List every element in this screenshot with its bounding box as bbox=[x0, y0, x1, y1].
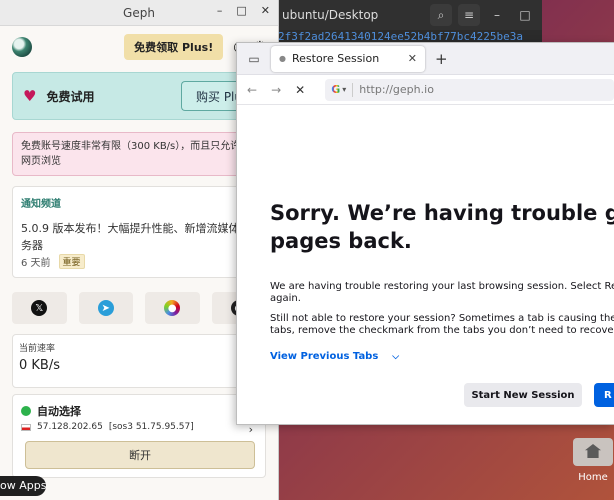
new-tab-icon[interactable]: + bbox=[435, 50, 448, 68]
para2-line-2: tabs, remove the checkmark from the tabs… bbox=[270, 325, 614, 336]
important-badge: 重要 bbox=[58, 254, 85, 269]
url-text[interactable]: http://geph.io bbox=[359, 83, 434, 96]
session-buttons: Start New Session R bbox=[464, 383, 614, 407]
terminal-window: ubuntu/Desktop ⌕ ≡ – □ 2f3f2ad2641340124… bbox=[268, 0, 542, 46]
notice-line-2: 务器 bbox=[21, 239, 43, 252]
notice-line-1: 5.0.9 版本发布！大幅提升性能、新增流媒体 bbox=[21, 222, 240, 235]
warning-line-2: 网页浏览 bbox=[21, 156, 61, 167]
free-trial-title: 免费试用 bbox=[46, 89, 95, 104]
restore-help: Still not able to restore your session? … bbox=[270, 313, 614, 337]
navigation-bar: ← → ✕ G ▾ http://geph.io bbox=[237, 75, 614, 105]
start-new-session-button[interactable]: Start New Session bbox=[464, 383, 582, 407]
search-icon[interactable]: ⌕ bbox=[430, 4, 452, 26]
tab-title: Restore Session bbox=[291, 52, 380, 65]
para2-line-1: Still not able to restore your session? … bbox=[270, 313, 614, 324]
home-folder-shortcut[interactable]: Home bbox=[572, 438, 614, 483]
terminal-titlebar: ubuntu/Desktop ⌕ ≡ – □ bbox=[268, 0, 542, 30]
home-label: Home bbox=[578, 472, 608, 483]
warning-line-1: 免费账号速度非常有限（300 KB/s），而且只允许 bbox=[21, 141, 241, 152]
get-plus-button[interactable]: 免费领取 Plus! bbox=[124, 34, 224, 60]
telegram-link-button[interactable]: ➤ bbox=[78, 292, 133, 324]
chat-link-button[interactable]: ● bbox=[145, 292, 200, 324]
firefox-window: ▭ ● Restore Session ✕ + ← → ✕ G ▾ http:/… bbox=[236, 42, 614, 425]
heart-icon: ♥ bbox=[23, 87, 37, 105]
restore-session-button[interactable]: R bbox=[594, 383, 614, 407]
view-previous-tabs-button[interactable]: View Previous Tabs ⌵ bbox=[270, 351, 614, 362]
speed-label: 当前速率 bbox=[19, 344, 56, 354]
poland-flag-icon bbox=[21, 423, 31, 431]
current-speed-card: 当前速率 0 KB/s bbox=[12, 334, 266, 388]
social-links: 𝕏 ➤ ● ● bbox=[12, 292, 266, 324]
speed-value: 0 KB/s bbox=[19, 358, 60, 373]
x-icon: 𝕏 bbox=[31, 300, 48, 316]
server-mode: 自动选择 bbox=[37, 405, 81, 418]
connection-card: 自动选择 57.128.202.65 [sos3 51.75.95.57] › … bbox=[12, 394, 266, 478]
free-trial-card: ♥ 免费试用 购买 Plu bbox=[12, 72, 266, 120]
restore-session-page: Sorry. We’re having trouble getti pages … bbox=[237, 105, 614, 362]
geph-titlebar: Geph – □ ✕ bbox=[0, 0, 278, 26]
forward-arrow-icon[interactable]: → bbox=[271, 83, 281, 97]
terminal-title: ubuntu/Desktop bbox=[282, 8, 379, 22]
para1-line-1: We are having trouble restoring your las… bbox=[270, 281, 614, 292]
maximize-icon[interactable]: □ bbox=[236, 4, 246, 17]
menu-icon[interactable]: ≡ bbox=[458, 4, 480, 26]
home-folder-icon bbox=[573, 438, 613, 466]
disconnect-button[interactable]: 断开 bbox=[25, 441, 255, 469]
show-apps-tooltip: ow Apps bbox=[0, 476, 46, 496]
minimize-icon[interactable]: – bbox=[217, 4, 223, 17]
url-divider bbox=[352, 82, 354, 97]
x-link-button[interactable]: 𝕏 bbox=[12, 292, 67, 324]
tab-restore-session[interactable]: ● Restore Session ✕ bbox=[271, 45, 425, 72]
heading-line-1: Sorry. We’re having trouble getti bbox=[270, 201, 614, 225]
notice-channel-card[interactable]: 通知频道 5.0.9 版本发布！大幅提升性能、新增流媒体 务器 6 天前 重要 bbox=[12, 186, 266, 278]
restore-explanation: We are having trouble restoring your las… bbox=[270, 281, 614, 305]
firefox-view-icon[interactable]: ▭ bbox=[237, 52, 271, 66]
connected-status-icon bbox=[21, 406, 31, 416]
server-name: [sos3 51.75.95.57] bbox=[108, 422, 194, 432]
close-tab-icon[interactable]: ✕ bbox=[408, 52, 417, 65]
notice-heading: 通知频道 bbox=[21, 199, 61, 210]
back-arrow-icon[interactable]: ← bbox=[247, 83, 257, 97]
tab-strip: ▭ ● Restore Session ✕ + bbox=[237, 43, 614, 75]
geph-window-title: Geph bbox=[123, 5, 155, 20]
free-account-warning: 免费账号速度非常有限（300 KB/s），而且只允许 网页浏览 bbox=[12, 132, 266, 176]
chevron-down-icon[interactable]: ▾ bbox=[342, 85, 346, 94]
maximize-icon[interactable]: □ bbox=[514, 4, 536, 26]
stop-loading-icon[interactable]: ✕ bbox=[295, 83, 305, 97]
minimize-icon[interactable]: – bbox=[486, 4, 508, 26]
error-heading: Sorry. We’re having trouble getti pages … bbox=[270, 199, 614, 255]
heading-line-2: pages back. bbox=[270, 229, 412, 253]
tab-dot-icon: ● bbox=[279, 54, 286, 63]
chevron-down-icon: ⌵ bbox=[392, 351, 400, 362]
server-selector[interactable]: 自动选择 bbox=[21, 403, 257, 419]
chat-icon: ● bbox=[164, 300, 181, 316]
geph-logo-icon bbox=[12, 37, 32, 57]
notice-time: 6 天前 bbox=[21, 258, 51, 269]
google-search-icon[interactable]: G bbox=[331, 83, 340, 96]
telegram-icon: ➤ bbox=[97, 300, 114, 316]
para1-line-2: again. bbox=[270, 293, 301, 304]
exit-ip: 57.128.202.65 bbox=[37, 422, 103, 432]
view-previous-tabs-label: View Previous Tabs bbox=[270, 351, 379, 362]
close-icon[interactable]: ✕ bbox=[261, 4, 270, 17]
url-bar[interactable]: G ▾ http://geph.io bbox=[325, 78, 614, 101]
